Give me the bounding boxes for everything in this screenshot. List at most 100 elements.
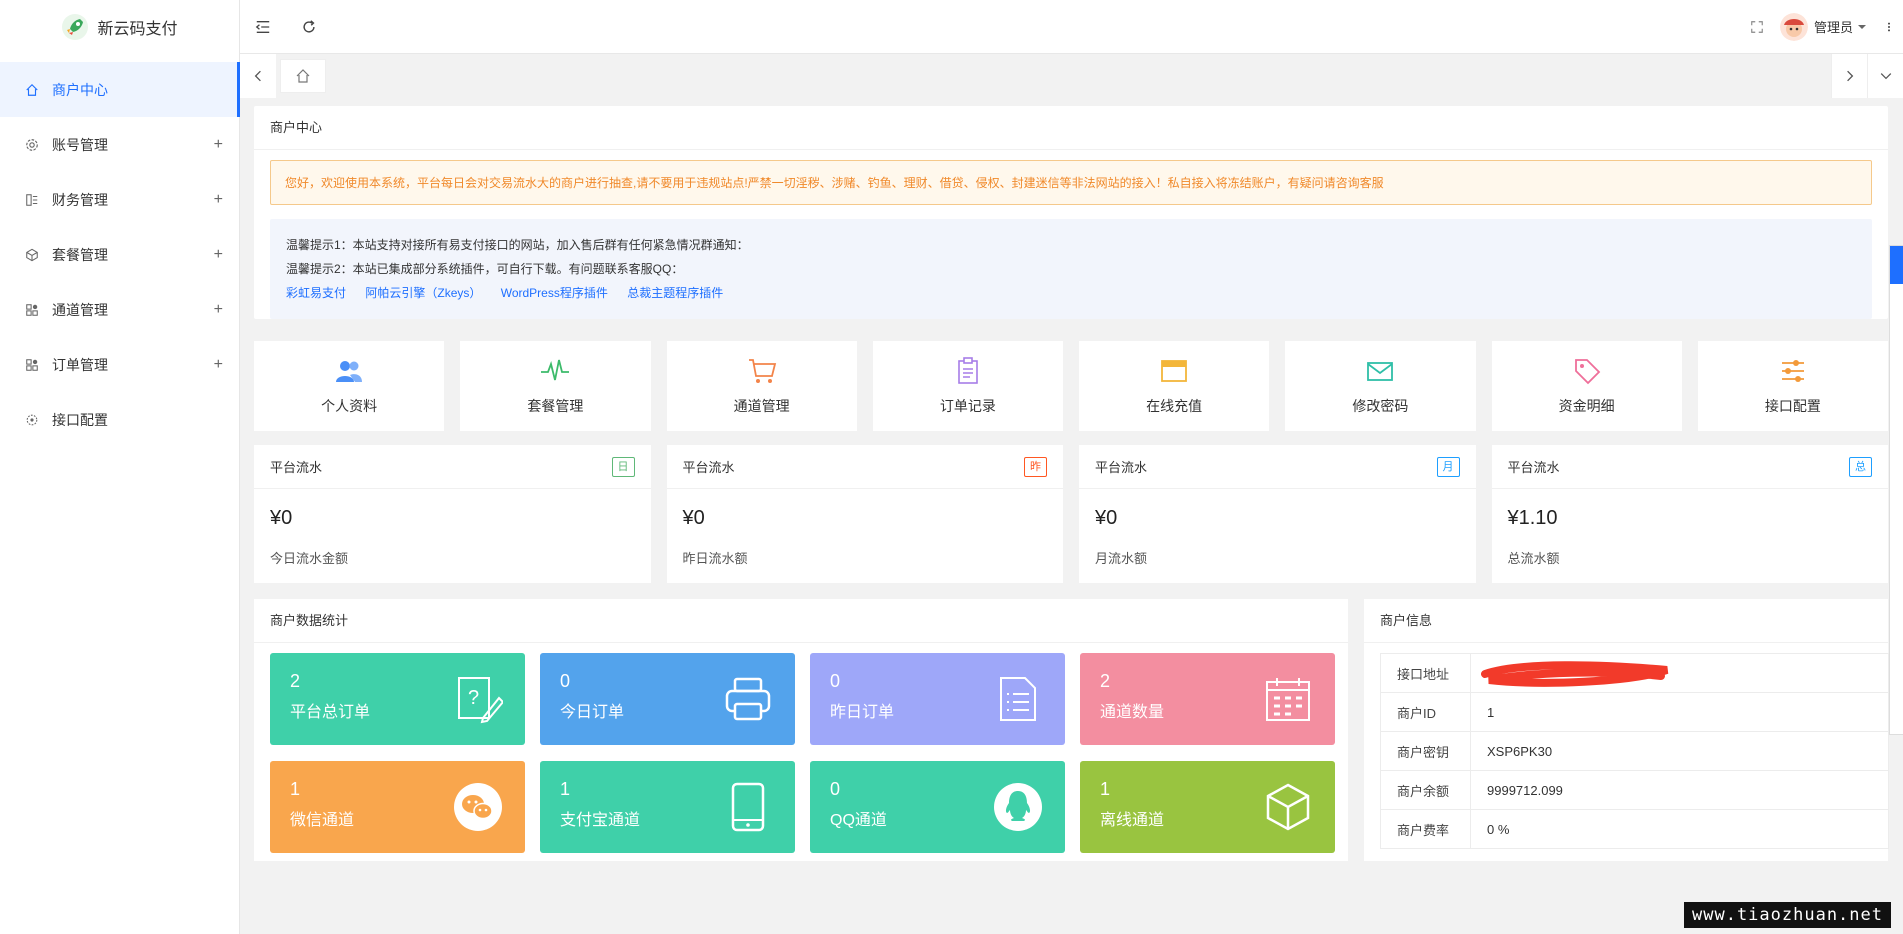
wechat-icon [454,783,502,831]
refresh-icon [303,19,315,33]
stat-total-orders[interactable]: 2 平台总订单 ? [270,653,525,745]
stat-qq-channel[interactable]: 0 QQ通道 [810,761,1065,853]
shortcut-change-password[interactable]: 修改密码 [1285,341,1476,431]
tab-scroll-right-button[interactable] [1831,54,1867,98]
stat-channel-count[interactable]: 2 通道数量 [1080,653,1335,745]
redaction-scribble [1481,661,1669,687]
plugin-links: 彩虹易支付 阿帕云引擎（Zkeys） WordPress程序插件 总裁主题程序插… [286,281,1856,305]
sidebar-item-channel[interactable]: 通道管理 + [0,282,239,337]
pulse-icon [541,359,570,381]
sidebar-item-api-config[interactable]: 接口配置 [0,392,239,447]
stat-wechat-channel[interactable]: 1 微信通道 [270,761,525,853]
user-menu[interactable]: 管理员 [1814,17,1867,36]
stat-alipay-channel[interactable]: 1 支付宝通道 [540,761,795,853]
sidebar-item-package[interactable]: 套餐管理 + [0,227,239,282]
avatar[interactable] [1779,12,1808,41]
sidebar-item-merchant-center[interactable]: 商户中心 [0,62,240,117]
stat-today-orders[interactable]: 0 今日订单 [540,653,795,745]
info-key: 商户密钥 [1380,731,1471,771]
merchant-info-title: 商户信息 [1364,599,1888,643]
shortcut-label: 订单记录 [939,398,996,414]
tab-home[interactable] [280,59,326,93]
cart-icon [748,359,776,383]
mail-icon [1367,362,1394,381]
plugin-link[interactable]: 阿帕云引擎（Zkeys） [365,286,481,300]
refresh-button[interactable] [286,0,332,54]
plugin-link[interactable]: 彩虹易支付 [286,286,346,300]
expand-plus-icon: + [213,190,223,208]
table-row: 商户密钥 XSP6PK30 [1380,731,1889,771]
flow-title: 平台流水 [270,460,323,475]
stats-panel: 商户数据统计 2 平台总订单 ? 0 今日订单 0 昨日订单 2 通道数量 1 … [254,599,1348,861]
shortcut-grid: 个人资料 套餐管理 通道管理 订单记录 在线充值 修改密码 资金明细 接口配置 [254,341,1888,431]
flow-badge: 昨 [1024,457,1047,477]
api-icon [24,412,40,428]
chevron-left-icon [254,70,261,82]
home-icon [24,82,40,98]
expand-plus-icon: + [213,245,223,263]
shortcut-fund-detail[interactable]: 资金明细 [1491,341,1682,431]
sidebar-item-account[interactable]: 账号管理 + [0,117,239,172]
merchant-info-panel: 商户信息 接口地址 商户ID 1 商户密钥 XSP6PK30 商户余额 9999… [1364,599,1889,861]
tab-options-button[interactable] [1867,54,1903,98]
plugin-link[interactable]: 总裁主题程序插件 [627,286,723,300]
cube-icon [24,247,40,263]
shortcut-label: 通道管理 [733,398,790,414]
tip-line-1: 温馨提示1：本站支持对接所有易支付接口的网站，加入售后群有任何紧急情况群通知： [286,238,749,252]
flow-desc: 月流水额 [1095,551,1148,566]
stats-title: 商户数据统计 [254,599,1348,643]
clipboard-icon [958,357,978,384]
shortcut-profile[interactable]: 个人资料 [254,341,445,431]
top-header: 管理员 [240,0,1903,54]
flow-title: 平台流水 [1095,460,1148,475]
currency-symbol: ¥ [270,507,282,529]
table-row: 商户费率 0 % [1380,809,1889,849]
flow-desc: 昨日流水额 [682,551,748,566]
sidebar-item-order[interactable]: 订单管理 + [0,337,239,392]
plugin-link[interactable]: WordPress程序插件 [501,286,608,300]
collapse-sidebar-button[interactable] [240,0,286,54]
shortcut-channel[interactable]: 通道管理 [666,341,857,431]
more-vertical-icon [1888,22,1890,31]
side-scroll-panel[interactable] [1889,245,1903,735]
flow-badge: 月 [1436,457,1460,477]
app-logo[interactable]: 新云码支付 [0,0,239,54]
gear-icon [24,137,40,153]
shortcut-label: 修改密码 [1352,398,1409,414]
expand-plus-icon: + [213,355,223,373]
rocket-icon [62,14,89,40]
flow-desc: 总流水额 [1507,551,1560,566]
edit-note-icon: ? [458,677,503,724]
info-value: 0 % [1470,809,1889,849]
sidebar-item-label: 通道管理 [52,301,108,318]
sidebar-item-finance[interactable]: 财务管理 + [0,172,239,227]
sidebar-menu: 商户中心 账号管理 + 财务管理 + 套餐管理 + 通道管理 + 订单管理 + … [0,62,240,447]
stat-yesterday-orders[interactable]: 0 昨日订单 [810,653,1065,745]
shortcut-package[interactable]: 套餐管理 [460,341,651,431]
info-value: 9999712.099 [1470,770,1889,810]
users-icon [336,361,363,382]
more-button[interactable] [1875,0,1903,54]
finance-icon [24,192,40,208]
stat-offline-channel[interactable]: 1 离线通道 [1080,761,1335,853]
shortcut-label: 接口配置 [1764,398,1821,414]
page-title: 商户中心 [254,106,1888,150]
warning-notice: 您好，欢迎使用本系统，平台每日会对交易流水大的商户进行抽查,请不要用于违规站点!… [270,160,1872,205]
shortcut-label: 个人资料 [321,398,378,414]
shortcut-orders[interactable]: 订单记录 [872,341,1063,431]
shortcut-recharge[interactable]: 在线充值 [1079,341,1270,431]
avatar-icon [1779,12,1808,41]
sidebar: 新云码支付 商户中心 账号管理 + 财务管理 + 套餐管理 + 通道管理 + 订… [0,0,240,934]
sidebar-item-label: 接口配置 [52,411,108,428]
sidebar-item-label: 财务管理 [52,191,108,208]
shortcut-label: 套餐管理 [527,398,584,414]
flow-card-today: 平台流水 日 ¥0 今日流水金额 [254,445,651,583]
grid-icon [24,357,40,373]
fullscreen-button[interactable] [1734,0,1780,54]
shortcut-api-config[interactable]: 接口配置 [1697,341,1888,431]
tab-scroll-left-button[interactable] [240,54,276,98]
sidebar-item-label: 商户中心 [52,81,108,98]
welcome-panel: 商户中心 您好，欢迎使用本系统，平台每日会对交易流水大的商户进行抽查,请不要用于… [254,106,1888,319]
currency-symbol: ¥ [1507,507,1519,529]
home-icon [296,69,310,83]
